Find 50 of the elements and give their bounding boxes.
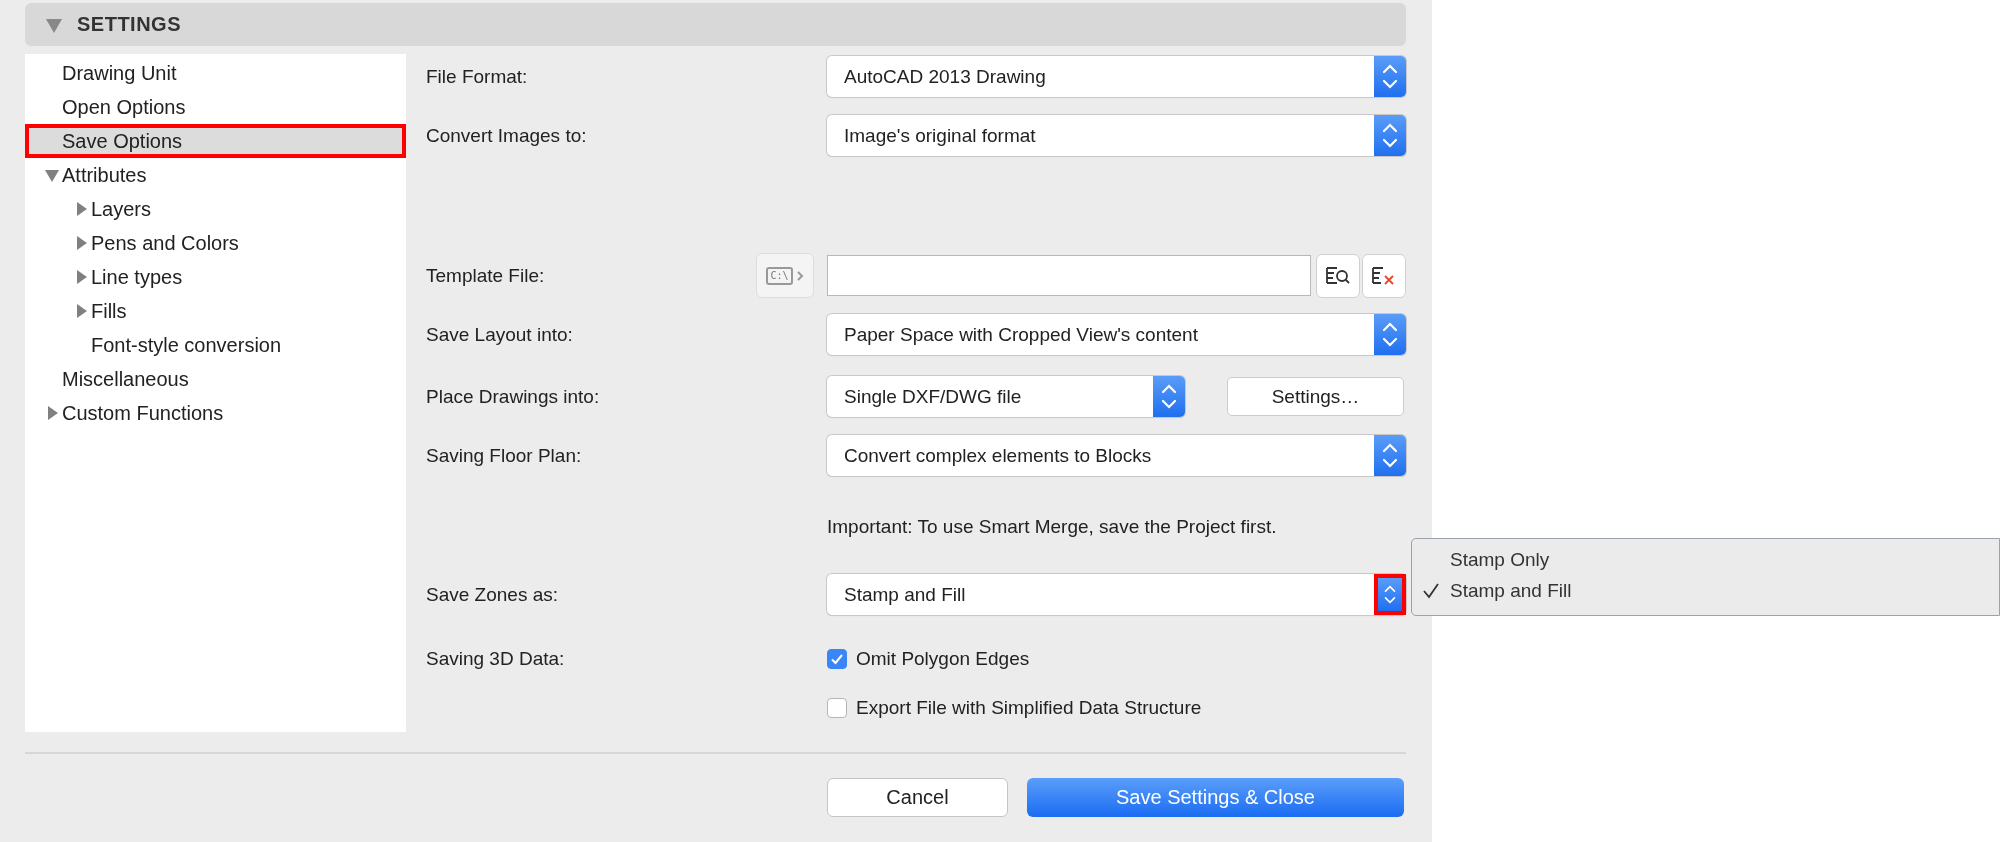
stepper-icon[interactable] bbox=[1374, 56, 1406, 97]
dropdown[interactable]: Image's original format bbox=[827, 115, 1406, 156]
settings-button[interactable]: Settings… bbox=[1227, 377, 1404, 416]
sidebar-item[interactable]: Drawing Unit bbox=[25, 56, 406, 90]
menu-item[interactable]: Stamp Only bbox=[1412, 544, 1999, 575]
sidebar-item[interactable]: Attributes bbox=[25, 158, 406, 192]
sidebar-item[interactable]: Layers bbox=[25, 192, 406, 226]
save-button[interactable]: Save Settings & Close bbox=[1027, 778, 1404, 817]
input-field[interactable] bbox=[827, 255, 1311, 296]
menu-item[interactable]: Stamp and Fill bbox=[1412, 575, 1999, 606]
stepper-icon[interactable] bbox=[1374, 115, 1406, 156]
stepper-icon[interactable] bbox=[1374, 435, 1406, 476]
dropdown[interactable]: Single DXF/DWG file bbox=[827, 376, 1185, 417]
path-button[interactable]: C:\ bbox=[756, 253, 814, 298]
sidebar-item[interactable]: Font-style conversion bbox=[25, 328, 406, 362]
sidebar-item[interactable]: Pens and Colors bbox=[25, 226, 406, 260]
section-title: SETTINGS bbox=[77, 13, 181, 36]
dropdown[interactable]: AutoCAD 2013 Drawing bbox=[827, 56, 1406, 97]
field-label: File Format: bbox=[426, 65, 529, 88]
sidebar-item[interactable]: Open Options bbox=[25, 90, 406, 124]
info-note: Important: To use Smart Merge, save the Project first. bbox=[827, 516, 1277, 538]
checkbox[interactable]: Export File with Simplified Data Structure bbox=[827, 697, 1202, 719]
field-label: Save Zones as: bbox=[426, 583, 560, 606]
stepper-icon[interactable] bbox=[1153, 376, 1185, 417]
search-icon bbox=[1325, 264, 1351, 287]
field-label: Convert Images to: bbox=[426, 124, 588, 147]
clear-list-icon bbox=[1371, 264, 1397, 287]
chevron-icon bbox=[795, 269, 804, 282]
field-label: Template File: bbox=[426, 264, 546, 287]
stepper-icon[interactable] bbox=[1374, 574, 1406, 615]
checkbox[interactable]: Omit Polygon Edges bbox=[827, 648, 1030, 670]
field-label: Save Layout into: bbox=[426, 323, 574, 346]
sidebar-item[interactable]: Save Options bbox=[25, 124, 406, 158]
cancel-button[interactable]: Cancel bbox=[827, 778, 1008, 817]
section-header[interactable]: SETTINGS bbox=[25, 3, 1406, 46]
sidebar-item[interactable]: Miscellaneous bbox=[25, 362, 406, 396]
stepper-icon[interactable] bbox=[1374, 314, 1406, 355]
checkmark-icon bbox=[830, 652, 844, 666]
dropdown[interactable]: Stamp and Fill bbox=[827, 574, 1406, 615]
sidebar-item[interactable]: Line types bbox=[25, 260, 406, 294]
dropdown[interactable]: Convert complex elements to Blocks bbox=[827, 435, 1406, 476]
collapse-triangle-icon[interactable] bbox=[44, 167, 60, 183]
field-label: Place Drawings into: bbox=[426, 385, 601, 408]
sidebar-item[interactable]: Fills bbox=[25, 294, 406, 328]
sidebar-item[interactable]: Custom Functions bbox=[25, 396, 406, 430]
field-label: Saving Floor Plan: bbox=[426, 444, 583, 467]
browse-button[interactable] bbox=[1316, 253, 1360, 298]
dropdown[interactable]: Paper Space with Cropped View's content bbox=[827, 314, 1406, 355]
clear-button[interactable] bbox=[1362, 253, 1406, 298]
field-label: Saving 3D Data: bbox=[426, 648, 566, 670]
